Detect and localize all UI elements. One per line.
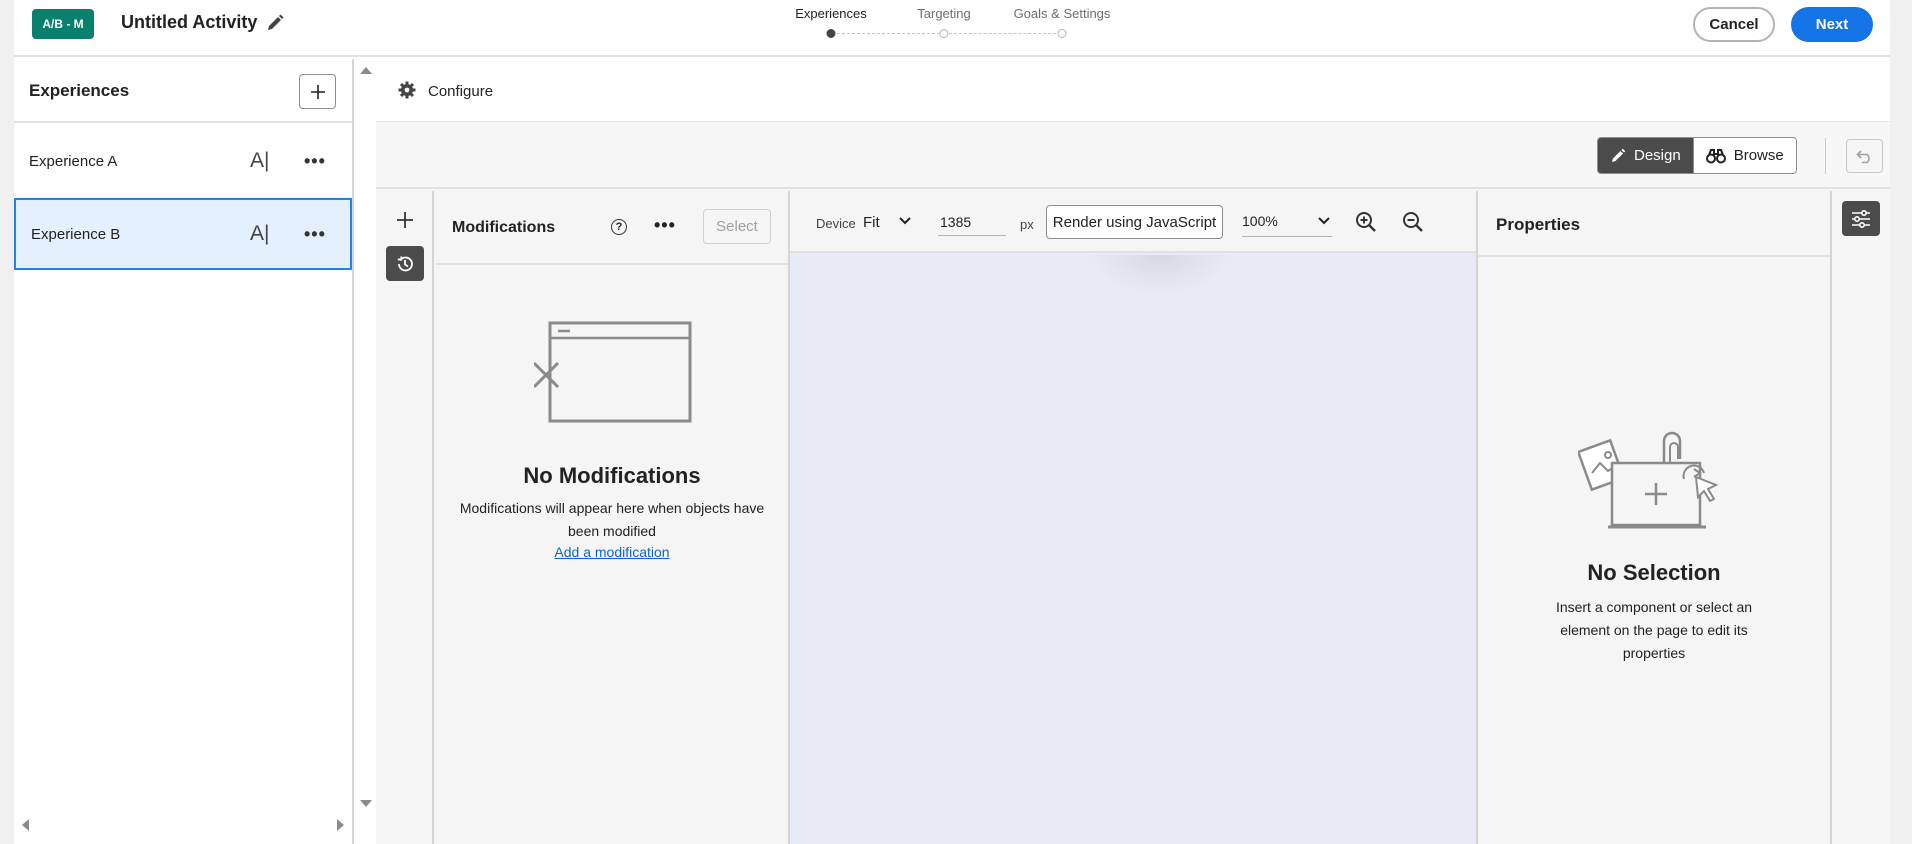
modifications-header: Modifications ? ••• Select — [436, 191, 788, 265]
device-label: Device — [816, 216, 856, 231]
properties-panel: Properties No Selection Insert a compone… — [1476, 191, 1832, 844]
add-modification-link[interactable]: Add a modification — [436, 544, 788, 560]
no-selection-title: No Selection — [1587, 560, 1721, 585]
experiences-title: Experiences — [29, 81, 130, 100]
binoculars-icon — [1705, 148, 1726, 163]
help-icon[interactable]: ? — [611, 219, 627, 235]
width-input[interactable]: 1385 — [938, 210, 1006, 236]
more-options-icon[interactable]: ••• — [304, 224, 326, 245]
step-dot-targeting — [939, 29, 949, 38]
mode-toolbar: Design Browse — [376, 122, 1890, 189]
tool-column — [376, 191, 434, 844]
scroll-down-icon[interactable] — [359, 799, 373, 809]
experiences-panel: Experiences Experience A A| ••• Experien… — [14, 59, 354, 844]
add-experience-button[interactable] — [299, 74, 336, 109]
history-icon — [397, 255, 413, 271]
configure-bar: Configure — [376, 59, 1890, 122]
vertical-scrollbar[interactable] — [356, 59, 376, 844]
app-window: A/B - M Untitled Activity Experiences Ta… — [14, 0, 1890, 844]
experience-item-b[interactable]: Experience B A| ••• — [14, 198, 352, 270]
properties-header: Properties — [1478, 191, 1830, 257]
modifications-panel: Modifications ? ••• Select No Modificati… — [436, 191, 790, 844]
browse-mode-button[interactable]: Browse — [1692, 138, 1796, 173]
more-options-icon[interactable]: ••• — [654, 215, 676, 236]
plus-icon — [310, 84, 325, 99]
properties-title: Properties — [1496, 215, 1581, 234]
undo-button[interactable] — [1846, 139, 1883, 173]
zoom-in-icon[interactable] — [1355, 211, 1377, 233]
device-preview-area[interactable]: Device Fit 1385 px Render using JavaScri… — [790, 191, 1476, 844]
top-header: A/B - M Untitled Activity Experiences Ta… — [14, 0, 1890, 57]
gear-icon[interactable] — [398, 81, 416, 99]
device-toolbar: Device Fit 1385 px Render using JavaScri… — [790, 191, 1476, 253]
configure-label[interactable]: Configure — [428, 83, 493, 100]
undo-icon — [1855, 150, 1870, 164]
ai-text-icon[interactable]: A| — [250, 149, 269, 173]
activity-title: Untitled Activity — [121, 12, 258, 32]
pencil-icon — [1612, 148, 1626, 162]
insert-plus-icon[interactable] — [396, 211, 414, 229]
browse-label: Browse — [1733, 147, 1784, 164]
design-mode-button[interactable]: Design — [1598, 138, 1693, 173]
chevron-down-icon[interactable] — [1317, 216, 1331, 226]
experience-label: Experience A — [29, 152, 118, 170]
scroll-right-icon[interactable] — [336, 818, 346, 832]
device-size-select[interactable]: Fit — [863, 214, 880, 231]
scroll-left-icon[interactable] — [20, 818, 30, 832]
step-experiences[interactable]: Experiences — [795, 6, 867, 21]
no-modifications-description: Modifications will appear here when obje… — [459, 500, 765, 539]
next-button[interactable]: Next — [1791, 7, 1873, 42]
no-selection-description: Insert a component or select an element … — [1555, 599, 1753, 661]
design-label: Design — [1634, 147, 1681, 164]
sliders-icon — [1852, 209, 1870, 228]
zoom-out-icon[interactable] — [1402, 211, 1424, 233]
step-connector — [832, 33, 940, 34]
pencil-icon[interactable] — [265, 13, 285, 33]
settings-sliders-button[interactable] — [1842, 201, 1880, 236]
more-options-icon[interactable]: ••• — [304, 151, 326, 172]
ai-text-icon[interactable]: A| — [250, 222, 269, 246]
scroll-up-icon[interactable] — [359, 65, 373, 75]
no-modifications-title: No Modifications — [523, 463, 701, 488]
step-targeting[interactable]: Targeting — [917, 6, 970, 21]
activity-type-badge: A/B - M — [32, 9, 94, 39]
experience-item-a[interactable]: Experience A A| ••• — [14, 125, 352, 197]
step-goals-settings[interactable]: Goals & Settings — [1014, 6, 1111, 21]
editor-main: Configure Design Browse Modifications ? … — [376, 59, 1890, 844]
width-unit: px — [1020, 217, 1034, 232]
workflow-steps: Experiences Targeting Goals & Settings — [774, 0, 1194, 57]
modifications-title: Modifications — [452, 219, 556, 236]
empty-window-illustration — [534, 321, 692, 423]
experiences-header: Experiences — [14, 59, 352, 123]
mode-switch: Design Browse — [1597, 137, 1797, 174]
no-selection-illustration — [1578, 431, 1719, 529]
step-dot-experiences — [826, 29, 836, 38]
experience-label: Experience B — [31, 225, 121, 243]
step-dot-goals-settings — [1057, 29, 1067, 38]
chevron-down-icon[interactable] — [898, 216, 912, 226]
canvas-shadow — [1090, 255, 1230, 295]
render-javascript-button[interactable]: Render using JavaScript — [1046, 205, 1223, 239]
step-connector — [949, 33, 1056, 34]
right-rail — [1832, 191, 1890, 844]
toolbar-divider — [1825, 138, 1826, 174]
history-button[interactable] — [386, 246, 424, 281]
select-button[interactable]: Select — [703, 209, 771, 244]
cancel-button[interactable]: Cancel — [1693, 7, 1775, 42]
